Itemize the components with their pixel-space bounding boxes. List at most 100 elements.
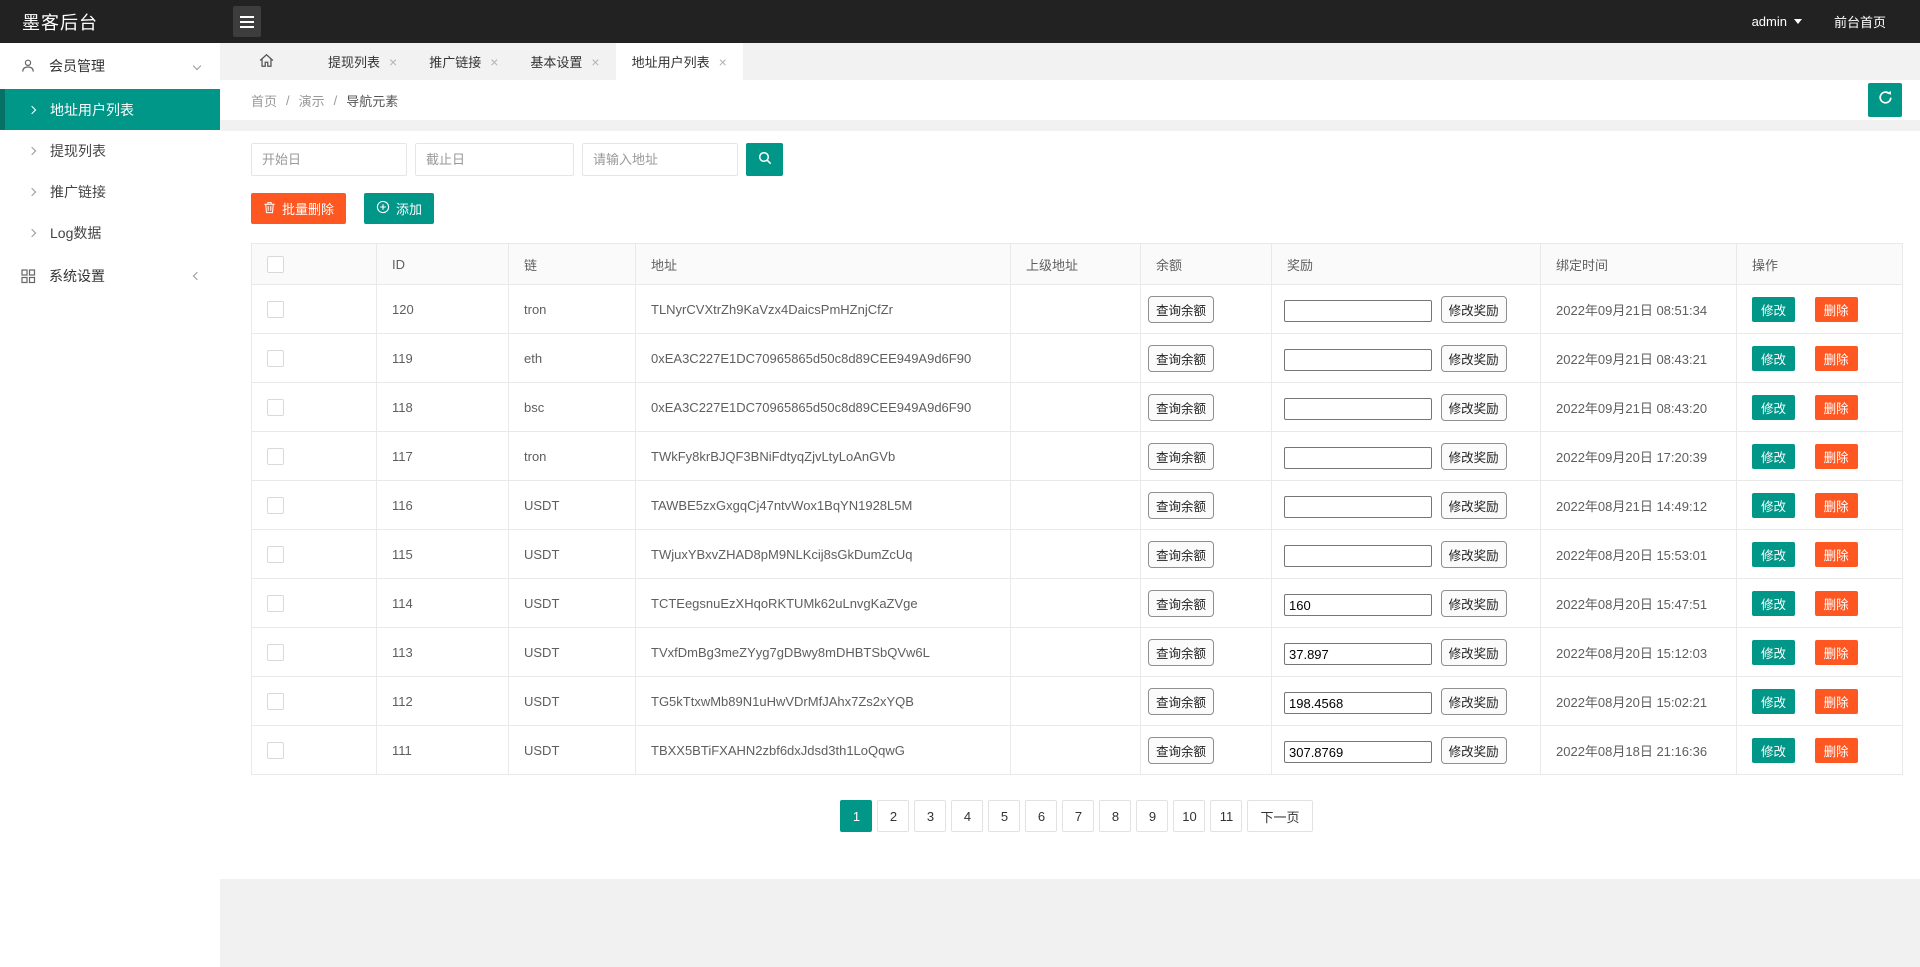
- reward-input[interactable]: [1284, 692, 1432, 714]
- tab-home[interactable]: [220, 43, 312, 80]
- edit-button[interactable]: 修改: [1752, 640, 1795, 665]
- tab-withdraw-list[interactable]: 提现列表 ×: [312, 43, 413, 80]
- update-reward-button[interactable]: 修改奖励: [1441, 345, 1507, 372]
- page-button-7[interactable]: 7: [1062, 800, 1094, 832]
- delete-button[interactable]: 删除: [1815, 395, 1858, 420]
- edit-button[interactable]: 修改: [1752, 395, 1795, 420]
- reward-input[interactable]: [1284, 447, 1432, 469]
- query-balance-button[interactable]: 查询余额: [1148, 443, 1214, 470]
- query-balance-button[interactable]: 查询余额: [1148, 590, 1214, 617]
- reward-input[interactable]: [1284, 398, 1432, 420]
- search-button[interactable]: [746, 143, 783, 176]
- reward-input[interactable]: [1284, 643, 1432, 665]
- breadcrumb-home[interactable]: 首页: [251, 91, 277, 110]
- delete-button[interactable]: 删除: [1815, 591, 1858, 616]
- update-reward-button[interactable]: 修改奖励: [1441, 443, 1507, 470]
- reward-input[interactable]: [1284, 741, 1432, 763]
- page-button-1[interactable]: 1: [840, 800, 872, 832]
- close-icon[interactable]: ×: [389, 55, 397, 69]
- sidebar-group-members[interactable]: 会员管理: [0, 43, 220, 89]
- reward-input[interactable]: [1284, 594, 1432, 616]
- delete-button[interactable]: 删除: [1815, 444, 1858, 469]
- update-reward-button[interactable]: 修改奖励: [1441, 394, 1507, 421]
- query-balance-button[interactable]: 查询余额: [1148, 492, 1214, 519]
- close-icon[interactable]: ×: [719, 55, 727, 69]
- page-button-5[interactable]: 5: [988, 800, 1020, 832]
- reward-input[interactable]: [1284, 545, 1432, 567]
- page-button-10[interactable]: 10: [1173, 800, 1205, 832]
- row-checkbox[interactable]: [267, 546, 284, 563]
- query-balance-button[interactable]: 查询余额: [1148, 296, 1214, 323]
- page-button-11[interactable]: 11: [1210, 800, 1242, 832]
- edit-button[interactable]: 修改: [1752, 738, 1795, 763]
- page-button-4[interactable]: 4: [951, 800, 983, 832]
- edit-button[interactable]: 修改: [1752, 297, 1795, 322]
- add-button[interactable]: 添加: [364, 193, 434, 224]
- query-balance-button[interactable]: 查询余额: [1148, 639, 1214, 666]
- next-page-button[interactable]: 下一页: [1247, 800, 1312, 832]
- sidebar-group-system-settings[interactable]: 系统设置: [0, 253, 220, 299]
- reward-input[interactable]: [1284, 349, 1432, 371]
- query-balance-button[interactable]: 查询余额: [1148, 345, 1214, 372]
- start-date-input[interactable]: [251, 143, 407, 176]
- delete-button[interactable]: 删除: [1815, 689, 1858, 714]
- edit-button[interactable]: 修改: [1752, 444, 1795, 469]
- row-checkbox[interactable]: [267, 350, 284, 367]
- page-button-8[interactable]: 8: [1099, 800, 1131, 832]
- reward-input[interactable]: [1284, 300, 1432, 322]
- row-checkbox[interactable]: [267, 693, 284, 710]
- delete-button[interactable]: 删除: [1815, 297, 1858, 322]
- page-button-9[interactable]: 9: [1136, 800, 1168, 832]
- query-balance-button[interactable]: 查询余额: [1148, 688, 1214, 715]
- update-reward-button[interactable]: 修改奖励: [1441, 737, 1507, 764]
- delete-button[interactable]: 删除: [1815, 346, 1858, 371]
- row-checkbox[interactable]: [267, 399, 284, 416]
- delete-button[interactable]: 删除: [1815, 640, 1858, 665]
- tab-address-user-list[interactable]: 地址用户列表 ×: [616, 43, 743, 80]
- update-reward-button[interactable]: 修改奖励: [1441, 590, 1507, 617]
- sidebar-item-withdraw-list[interactable]: 提现列表: [0, 130, 220, 171]
- page-button-2[interactable]: 2: [877, 800, 909, 832]
- update-reward-button[interactable]: 修改奖励: [1441, 688, 1507, 715]
- update-reward-button[interactable]: 修改奖励: [1441, 492, 1507, 519]
- refresh-button[interactable]: [1868, 83, 1902, 117]
- row-checkbox[interactable]: [267, 448, 284, 465]
- close-icon[interactable]: ×: [591, 55, 599, 69]
- address-search-input[interactable]: [582, 143, 738, 176]
- frontend-home-link[interactable]: 前台首页: [1834, 12, 1886, 31]
- end-date-input[interactable]: [415, 143, 574, 176]
- sidebar-item-promo-link[interactable]: 推广链接: [0, 171, 220, 212]
- edit-button[interactable]: 修改: [1752, 346, 1795, 371]
- row-checkbox[interactable]: [267, 497, 284, 514]
- delete-button[interactable]: 删除: [1815, 493, 1858, 518]
- delete-button[interactable]: 删除: [1815, 542, 1858, 567]
- row-checkbox[interactable]: [267, 301, 284, 318]
- row-checkbox[interactable]: [267, 644, 284, 661]
- sidebar-item-address-user-list[interactable]: 地址用户列表: [0, 89, 220, 130]
- sidebar-toggle-button[interactable]: [233, 6, 261, 37]
- tab-promo-link[interactable]: 推广链接 ×: [413, 43, 514, 80]
- query-balance-button[interactable]: 查询余额: [1148, 541, 1214, 568]
- edit-button[interactable]: 修改: [1752, 542, 1795, 567]
- user-menu[interactable]: admin: [1752, 14, 1802, 29]
- query-balance-button[interactable]: 查询余额: [1148, 394, 1214, 421]
- page-button-6[interactable]: 6: [1025, 800, 1057, 832]
- delete-button[interactable]: 删除: [1815, 738, 1858, 763]
- sidebar-item-log-data[interactable]: Log数据: [0, 212, 220, 253]
- query-balance-button[interactable]: 查询余额: [1148, 737, 1214, 764]
- close-icon[interactable]: ×: [490, 55, 498, 69]
- select-all-checkbox[interactable]: [267, 256, 284, 273]
- row-checkbox[interactable]: [267, 595, 284, 612]
- update-reward-button[interactable]: 修改奖励: [1441, 541, 1507, 568]
- breadcrumb-demo[interactable]: 演示: [299, 91, 325, 110]
- tab-basic-settings[interactable]: 基本设置 ×: [514, 43, 615, 80]
- update-reward-button[interactable]: 修改奖励: [1441, 639, 1507, 666]
- reward-input[interactable]: [1284, 496, 1432, 518]
- edit-button[interactable]: 修改: [1752, 591, 1795, 616]
- edit-button[interactable]: 修改: [1752, 493, 1795, 518]
- page-button-3[interactable]: 3: [914, 800, 946, 832]
- update-reward-button[interactable]: 修改奖励: [1441, 296, 1507, 323]
- batch-delete-button[interactable]: 批量删除: [251, 193, 346, 224]
- edit-button[interactable]: 修改: [1752, 689, 1795, 714]
- row-checkbox[interactable]: [267, 742, 284, 759]
